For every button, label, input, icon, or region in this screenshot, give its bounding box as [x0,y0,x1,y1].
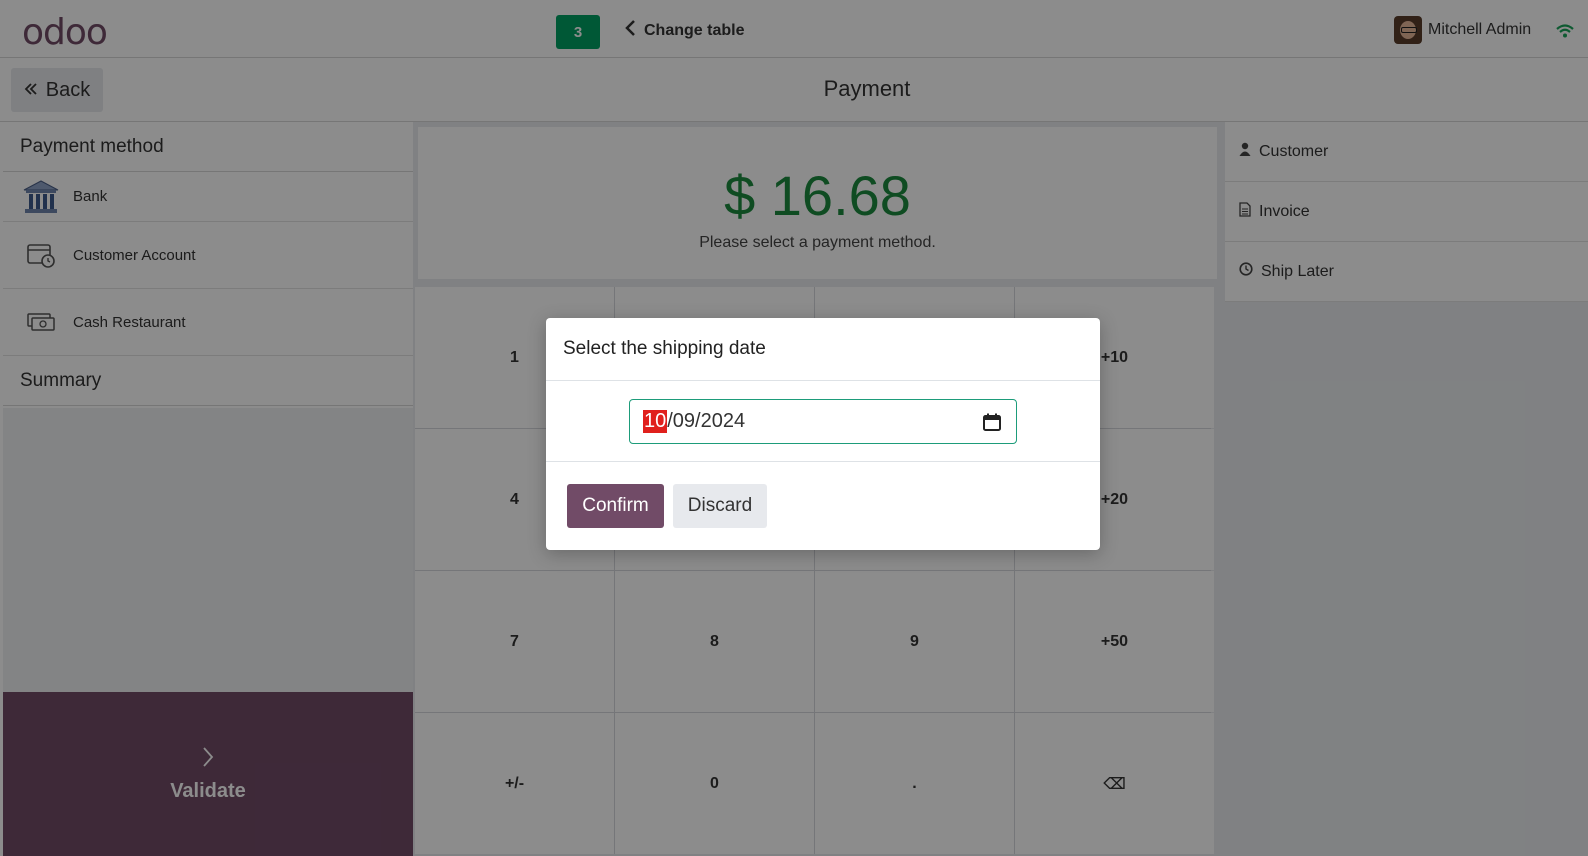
shipping-date-input[interactable]: 10/09/2024 [629,399,1017,444]
date-rest-segment[interactable]: /09/2024 [667,410,745,433]
dialog-body: 10/09/2024 [546,381,1100,462]
dialog-footer: Confirm Discard [546,462,1100,550]
discard-button[interactable]: Discard [673,484,767,528]
confirm-button[interactable]: Confirm [567,484,664,528]
calendar-icon[interactable] [982,412,1002,432]
date-day-segment[interactable]: 10 [643,410,668,433]
dialog-title: Select the shipping date [546,318,1100,381]
shipping-date-dialog: Select the shipping date 10/09/2024 Conf… [546,318,1100,550]
